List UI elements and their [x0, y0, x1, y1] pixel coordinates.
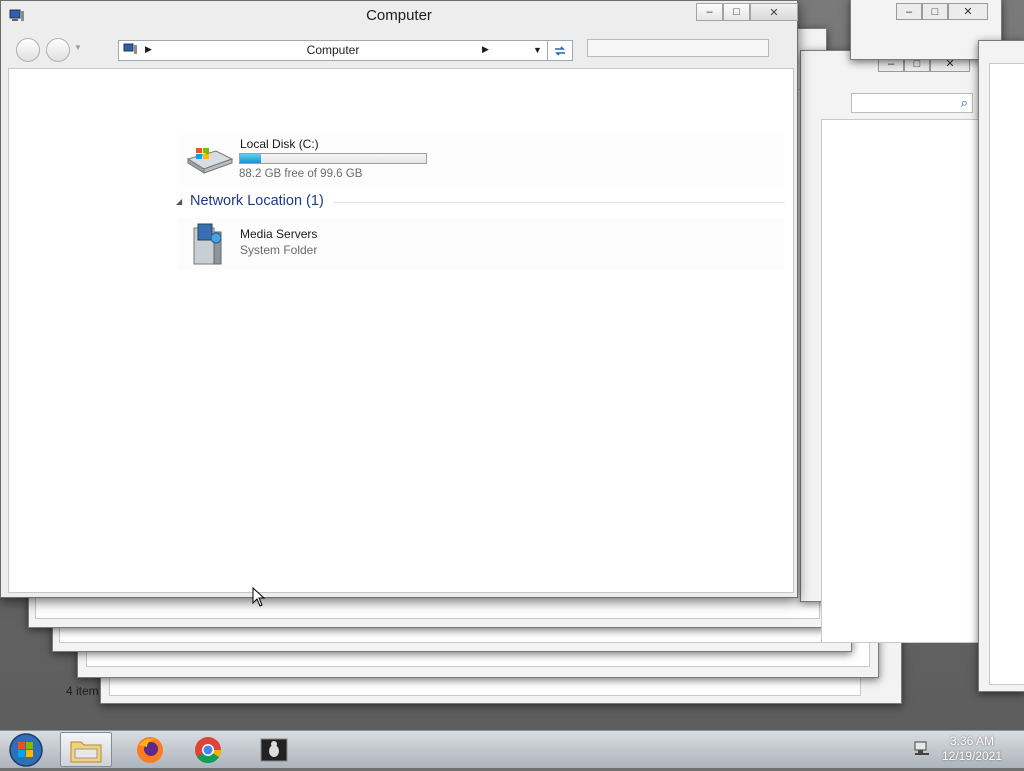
forward-button[interactable] — [46, 38, 70, 62]
bug-icon — [260, 738, 288, 761]
recent-pages-dropdown-icon[interactable]: ▼ — [74, 43, 82, 52]
window-title: Computer — [366, 7, 432, 24]
maximize-icon: □ — [733, 6, 740, 18]
group-label: Network Location (1) — [190, 193, 324, 209]
close-icon[interactable]: ✕ — [948, 3, 988, 20]
taskbar: 3:36 AM 12/19/2021 — [0, 730, 1024, 768]
clock[interactable]: 3:36 AM 12/19/2021 — [936, 734, 1008, 764]
address-bar[interactable]: ▶ Computer ▶ ▼ — [118, 40, 548, 61]
breadcrumb-chevron-icon[interactable]: ▶ — [482, 44, 489, 55]
drive-usage-bar — [239, 153, 427, 164]
refresh-icon — [555, 45, 565, 56]
close-icon: ✕ — [769, 6, 779, 19]
chrome-icon — [195, 736, 222, 763]
background-status-text: 4 item — [66, 684, 99, 698]
hard-drive-icon — [186, 145, 234, 178]
windows-logo-icon — [9, 733, 43, 767]
collapse-arrow-icon[interactable]: ◢ — [176, 197, 182, 206]
folder-icon — [70, 741, 102, 762]
search-input[interactable] — [587, 39, 769, 57]
clock-date: 12/19/2021 — [941, 749, 1003, 763]
minimize-icon: – — [706, 6, 713, 18]
refresh-button[interactable] — [548, 40, 573, 61]
network-item-name: Media Servers — [240, 227, 318, 241]
drive-usage-fill — [240, 154, 262, 163]
firefox-icon — [137, 736, 163, 763]
maximize-icon[interactable]: □ — [922, 3, 948, 20]
drive-item-local-disk[interactable]: Local Disk (C:) 88.2 GB free of 99.6 GB — [178, 135, 784, 185]
group-divider — [333, 202, 785, 203]
back-button[interactable] — [16, 38, 40, 62]
background-search-input[interactable]: ⌕ — [851, 93, 973, 113]
window-controls: – □ ✕ — [696, 3, 798, 21]
background-window-far-right[interactable] — [978, 40, 1024, 692]
drive-name: Local Disk (C:) — [240, 137, 319, 151]
taskbar-chrome[interactable] — [182, 732, 234, 767]
close-button[interactable]: ✕ — [750, 3, 798, 21]
background-window-right[interactable]: – □ ✕ ⌕ — [800, 50, 1002, 643]
minimize-icon[interactable]: – — [896, 3, 922, 20]
media-server-icon — [190, 222, 230, 271]
network-tray-icon[interactable] — [913, 740, 931, 761]
computer-window[interactable]: Computer – □ ✕ ▼ ▶ Computer ▶ ▼ Local Di… — [0, 0, 798, 598]
maximize-button[interactable]: □ — [723, 3, 750, 21]
minimize-button[interactable]: – — [696, 3, 723, 21]
network-item-media-servers[interactable]: Media Servers System Folder — [178, 218, 784, 270]
background-window-controls[interactable]: – □ ✕ — [896, 3, 988, 20]
taskbar-explorer[interactable] — [60, 732, 112, 767]
start-button[interactable] — [6, 732, 46, 768]
taskbar-bug-reporter[interactable] — [248, 732, 300, 767]
drive-free-space: 88.2 GB free of 99.6 GB — [239, 168, 363, 180]
clock-time: 3:36 AM — [949, 734, 995, 748]
network-location-group-header[interactable]: ◢ Network Location (1) — [175, 193, 785, 213]
taskbar-firefox[interactable] — [124, 732, 176, 767]
network-item-type: System Folder — [240, 243, 318, 257]
address-dropdown-icon[interactable]: ▼ — [533, 45, 542, 55]
mouse-cursor-icon — [252, 586, 266, 610]
